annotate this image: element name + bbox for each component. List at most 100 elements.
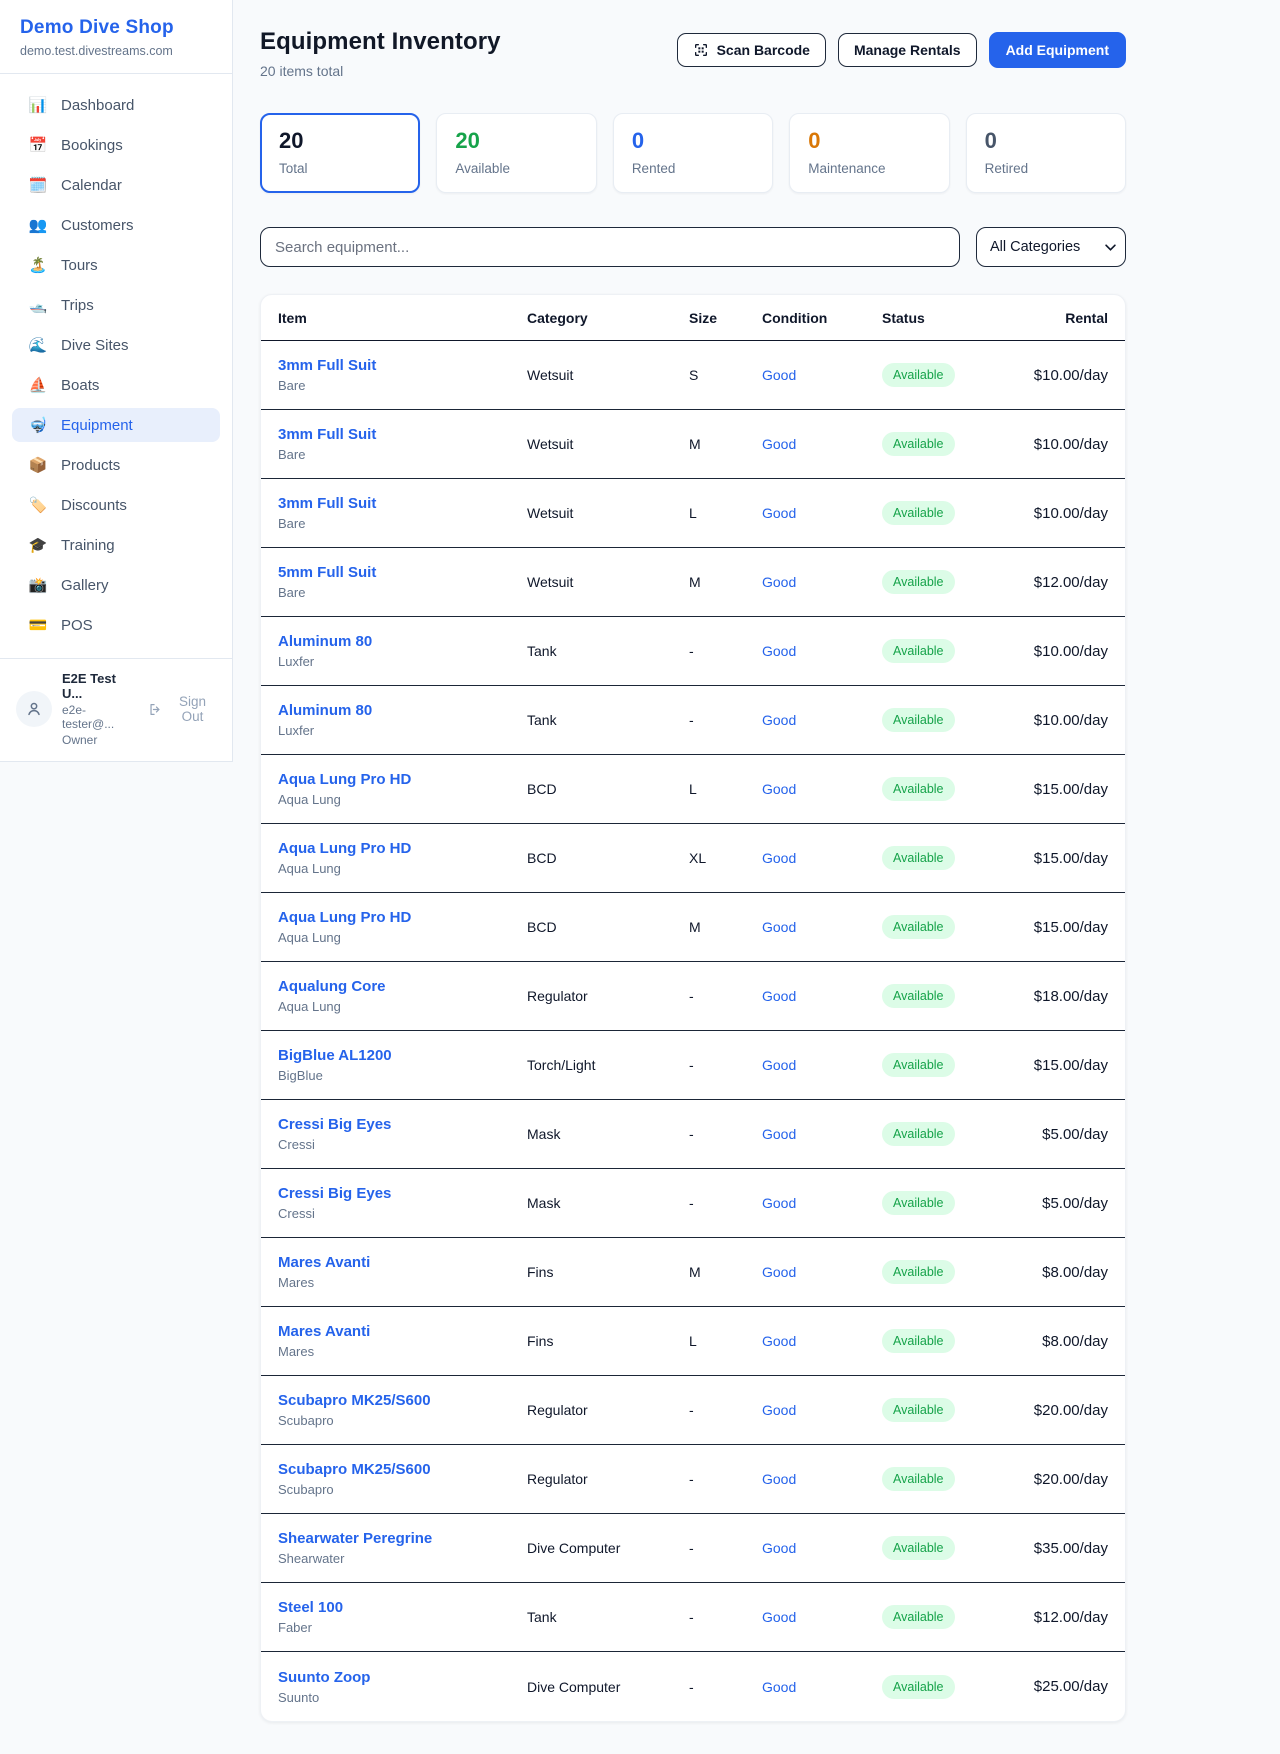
sidebar-item-dive-sites[interactable]: 🌊 Dive Sites [12, 328, 220, 362]
condition-link[interactable]: Good [762, 1057, 796, 1073]
category-cell: Torch/Light [527, 1057, 689, 1073]
bookings-icon: 📅 [28, 136, 48, 154]
condition-link[interactable]: Good [762, 919, 796, 935]
item-cell: 3mm Full Suit Bare [278, 495, 527, 531]
stat-card-retired[interactable]: 0 Retired [966, 113, 1126, 193]
category-cell: Regulator [527, 1471, 689, 1487]
column-header-category: Category [527, 310, 689, 326]
condition-link[interactable]: Good [762, 1679, 796, 1695]
sidebar-item-calendar[interactable]: 🗓️ Calendar [12, 168, 220, 202]
condition-link[interactable]: Good [762, 712, 796, 728]
scan-barcode-button[interactable]: Scan Barcode [677, 33, 826, 67]
sidebar-item-equipment[interactable]: 🤿 Equipment [12, 408, 220, 442]
category-cell: BCD [527, 850, 689, 866]
category-cell: Wetsuit [527, 436, 689, 452]
page-header: Equipment Inventory 20 items total Scan … [260, 28, 1126, 79]
condition-link[interactable]: Good [762, 1540, 796, 1556]
sidebar-item-dashboard[interactable]: 📊 Dashboard [12, 88, 220, 122]
table-row: Scubapro MK25/S600 Scubapro Regulator - … [261, 1376, 1125, 1445]
filter-row: All Categories [260, 227, 1126, 267]
condition-link[interactable]: Good [762, 1333, 796, 1349]
item-name-link[interactable]: BigBlue AL1200 [278, 1047, 527, 1064]
add-equipment-button[interactable]: Add Equipment [989, 32, 1126, 68]
condition-link[interactable]: Good [762, 1609, 796, 1625]
status-badge: Available [882, 639, 955, 663]
item-name-link[interactable]: Scubapro MK25/S600 [278, 1392, 527, 1409]
condition-link[interactable]: Good [762, 1264, 796, 1280]
item-brand: Aqua Lung [278, 930, 527, 945]
size-cell: L [689, 781, 762, 797]
status-badge: Available [882, 1605, 955, 1629]
condition-link[interactable]: Good [762, 436, 796, 452]
item-name-link[interactable]: Mares Avanti [278, 1323, 527, 1340]
sidebar-item-customers[interactable]: 👥 Customers [12, 208, 220, 242]
condition-link[interactable]: Good [762, 574, 796, 590]
size-cell: - [689, 1540, 762, 1556]
sidebar-item-label: Dive Sites [61, 337, 129, 354]
sidebar-item-label: Equipment [61, 417, 133, 434]
item-name-link[interactable]: 3mm Full Suit [278, 426, 527, 443]
item-name-link[interactable]: Mares Avanti [278, 1254, 527, 1271]
manage-rentals-label: Manage Rentals [854, 42, 961, 58]
sidebar-item-bookings[interactable]: 📅 Bookings [12, 128, 220, 162]
sidebar-item-label: POS [61, 617, 93, 634]
condition-link[interactable]: Good [762, 1471, 796, 1487]
size-cell: S [689, 367, 762, 383]
stat-card-total[interactable]: 20 Total [260, 113, 420, 193]
condition-link[interactable]: Good [762, 781, 796, 797]
item-brand: Scubapro [278, 1482, 527, 1497]
condition-link[interactable]: Good [762, 850, 796, 866]
sidebar-item-products[interactable]: 📦 Products [12, 448, 220, 482]
item-name-link[interactable]: Aqua Lung Pro HD [278, 840, 527, 857]
item-name-link[interactable]: Cressi Big Eyes [278, 1116, 527, 1133]
item-name-link[interactable]: Aqualung Core [278, 978, 527, 995]
status-badge: Available [882, 708, 955, 732]
sidebar-item-trips[interactable]: 🛥️ Trips [12, 288, 220, 322]
item-name-link[interactable]: Suunto Zoop [278, 1669, 527, 1686]
item-name-link[interactable]: Scubapro MK25/S600 [278, 1461, 527, 1478]
size-cell: - [689, 1402, 762, 1418]
item-brand: Mares [278, 1344, 527, 1359]
condition-link[interactable]: Good [762, 1402, 796, 1418]
item-cell: Steel 100 Faber [278, 1599, 527, 1635]
item-name-link[interactable]: 5mm Full Suit [278, 564, 527, 581]
condition-link[interactable]: Good [762, 505, 796, 521]
status-badge: Available [882, 1329, 955, 1353]
status-badge: Available [882, 432, 955, 456]
search-input[interactable] [260, 227, 960, 267]
sidebar-item-boats[interactable]: ⛵ Boats [12, 368, 220, 402]
stat-card-available[interactable]: 20 Available [436, 113, 596, 193]
condition-link[interactable]: Good [762, 367, 796, 383]
item-name-link[interactable]: Aluminum 80 [278, 702, 527, 719]
category-select[interactable]: All Categories [976, 227, 1126, 267]
item-name-link[interactable]: 3mm Full Suit [278, 357, 527, 374]
table-row: Suunto Zoop Suunto Dive Computer - Good … [261, 1652, 1125, 1721]
stat-card-rented[interactable]: 0 Rented [613, 113, 773, 193]
item-name-link[interactable]: Cressi Big Eyes [278, 1185, 527, 1202]
item-name-link[interactable]: Aluminum 80 [278, 633, 527, 650]
item-name-link[interactable]: Shearwater Peregrine [278, 1530, 527, 1547]
item-name-link[interactable]: Aqua Lung Pro HD [278, 771, 527, 788]
condition-link[interactable]: Good [762, 988, 796, 1004]
sidebar-item-training[interactable]: 🎓 Training [12, 528, 220, 562]
manage-rentals-button[interactable]: Manage Rentals [838, 33, 977, 67]
table-row: 3mm Full Suit Bare Wetsuit M Good Availa… [261, 410, 1125, 479]
sidebar-item-tours[interactable]: 🏝️ Tours [12, 248, 220, 282]
table-row: Aqualung Core Aqua Lung Regulator - Good… [261, 962, 1125, 1031]
item-name-link[interactable]: 3mm Full Suit [278, 495, 527, 512]
person-icon [24, 699, 44, 719]
item-name-link[interactable]: Steel 100 [278, 1599, 527, 1616]
size-cell: - [689, 1126, 762, 1142]
stat-card-maintenance[interactable]: 0 Maintenance [789, 113, 949, 193]
item-cell: Cressi Big Eyes Cressi [278, 1116, 527, 1152]
sign-out-button[interactable]: Sign Out [148, 694, 218, 724]
condition-link[interactable]: Good [762, 643, 796, 659]
sidebar-item-gallery[interactable]: 📸 Gallery [12, 568, 220, 602]
item-name-link[interactable]: Aqua Lung Pro HD [278, 909, 527, 926]
rental-price: $15.00/day [1012, 781, 1108, 798]
sidebar-item-pos[interactable]: 💳 POS [12, 608, 220, 642]
sidebar-item-discounts[interactable]: 🏷️ Discounts [12, 488, 220, 522]
condition-link[interactable]: Good [762, 1195, 796, 1211]
table-row: 3mm Full Suit Bare Wetsuit L Good Availa… [261, 479, 1125, 548]
condition-link[interactable]: Good [762, 1126, 796, 1142]
